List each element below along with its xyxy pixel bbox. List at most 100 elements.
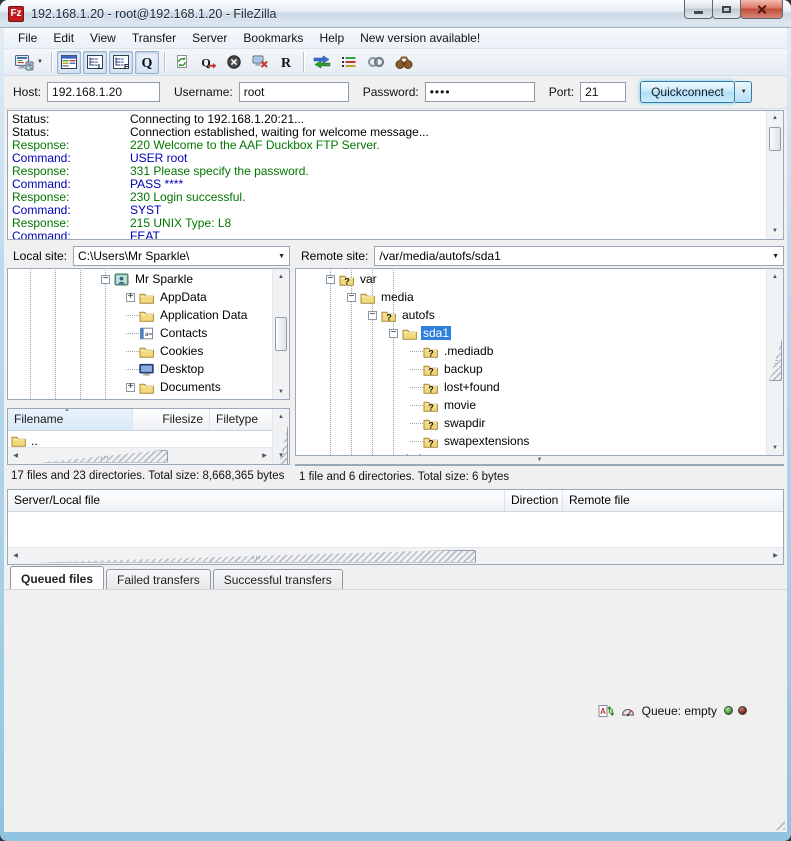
expand-box-icon[interactable]: + <box>126 293 135 302</box>
column-header-filename[interactable]: Filename <box>296 465 783 466</box>
local-tree-scroll-thumb[interactable] <box>275 317 287 351</box>
tree-item[interactable]: Desktop <box>8 360 272 378</box>
local-splitter[interactable] <box>7 400 290 408</box>
tab-queued-files[interactable]: Queued files <box>10 566 104 589</box>
password-input[interactable] <box>425 82 535 102</box>
site-manager-button[interactable]: ▼ <box>11 51 46 74</box>
queue-hscroll-thumb[interactable] <box>36 550 476 563</box>
sash-collapse-icon[interactable]: ▼ <box>537 457 543 463</box>
tree-item[interactable]: ?backup <box>296 360 766 378</box>
menu-item-file[interactable]: File <box>10 29 45 47</box>
collapse-box-icon[interactable]: − <box>347 293 356 302</box>
tree-item[interactable]: +Downloads <box>8 396 272 399</box>
tree-item[interactable]: a=Contacts <box>8 324 272 342</box>
tree-item[interactable]: Application Data <box>8 306 272 324</box>
menu-item-bookmarks[interactable]: Bookmarks <box>235 29 311 47</box>
tree-item[interactable]: −media <box>296 288 766 306</box>
log-scroll-thumb[interactable] <box>769 127 781 151</box>
cancel-button[interactable] <box>222 51 246 74</box>
port-input[interactable] <box>580 82 626 102</box>
scroll-down-icon[interactable]: ▼ <box>273 384 289 399</box>
tree-item[interactable]: ?.mediadb <box>296 342 766 360</box>
remote-tree-vscrollbar[interactable]: ▲ ▼ <box>766 269 783 455</box>
tree-item[interactable]: ?swapextensions <box>296 432 766 450</box>
quickconnect-button[interactable]: Quickconnect <box>640 81 735 103</box>
close-button[interactable] <box>740 0 783 19</box>
menu-item-help[interactable]: Help <box>311 29 352 47</box>
local-tree-vscrollbar[interactable]: ▲ ▼ <box>272 269 289 399</box>
local-list-hscrollbar[interactable]: ◀ ▶ <box>8 447 272 464</box>
tab-failed-transfers[interactable]: Failed transfers <box>106 569 211 589</box>
toggle-local-tree-button[interactable]: L <box>83 51 107 74</box>
menu-item-server[interactable]: Server <box>184 29 235 47</box>
column-header-direction[interactable]: Direction <box>505 490 563 511</box>
remote-site-combo[interactable]: /var/media/autofs/sda1 ▼ <box>374 246 784 266</box>
filter-button[interactable] <box>337 51 361 74</box>
local-site-combo[interactable]: C:\Users\Mr Sparkle\ ▼ <box>73 246 290 266</box>
host-input[interactable] <box>47 82 160 102</box>
remote-splitter[interactable]: ▼ <box>295 456 784 464</box>
tree-item[interactable]: ?dvd <box>296 450 766 455</box>
remote-tree-scroll-thumb[interactable] <box>769 339 782 381</box>
local-list-vscrollbar[interactable]: ▲ ▼ <box>272 409 289 464</box>
tree-item[interactable]: −Mr Sparkle <box>8 270 272 288</box>
toggle-queue-button[interactable]: Q <box>135 51 159 74</box>
tree-item[interactable]: ?lost+found <box>296 378 766 396</box>
scroll-up-icon[interactable]: ▲ <box>273 409 289 424</box>
transfer-type-icon[interactable]: A <box>598 704 614 718</box>
username-input[interactable] <box>239 82 349 102</box>
tab-successful-transfers[interactable]: Successful transfers <box>213 569 343 589</box>
menu-item-edit[interactable]: Edit <box>45 29 82 47</box>
column-header-server-local-file[interactable]: Server/Local file <box>8 490 505 511</box>
scroll-down-icon[interactable]: ▼ <box>273 449 289 464</box>
tree-item[interactable]: −?autofs <box>296 306 766 324</box>
menu-item-transfer[interactable]: Transfer <box>124 29 184 47</box>
scroll-right-icon[interactable]: ▶ <box>768 548 783 564</box>
scroll-right-icon[interactable]: ▶ <box>257 448 272 464</box>
scroll-down-icon[interactable]: ▼ <box>767 224 783 239</box>
tree-item[interactable]: +Documents <box>8 378 272 396</box>
collapse-box-icon[interactable]: − <box>368 311 377 320</box>
refresh-button[interactable] <box>170 51 194 74</box>
chevron-down-icon[interactable]: ▼ <box>772 253 779 260</box>
find-files-button[interactable] <box>391 51 417 74</box>
resize-grip[interactable] <box>772 817 785 830</box>
log-vscrollbar[interactable]: ▲ ▼ <box>766 111 783 239</box>
chevron-down-icon[interactable]: ▼ <box>278 253 285 260</box>
toggle-remote-tree-button[interactable]: F <box>109 51 133 74</box>
compare-button[interactable] <box>309 51 335 74</box>
scroll-up-icon[interactable]: ▲ <box>767 111 783 126</box>
collapse-box-icon[interactable]: − <box>326 275 335 284</box>
maximize-button[interactable] <box>712 0 741 19</box>
tree-item[interactable]: ?movie <box>296 396 766 414</box>
speed-gauge-icon[interactable] <box>620 704 636 718</box>
column-header-filetype[interactable]: Filetype <box>210 409 272 430</box>
disconnect-button[interactable] <box>248 51 272 74</box>
column-header-filesize[interactable]: Filesize <box>133 409 210 430</box>
file-row[interactable]: .. <box>8 431 272 447</box>
queue-hscrollbar[interactable]: ◀ ▶ <box>8 547 783 564</box>
reconnect-button[interactable]: R <box>274 51 298 74</box>
scroll-left-icon[interactable]: ◀ <box>8 448 23 464</box>
collapse-box-icon[interactable]: − <box>101 275 110 284</box>
menu-item-new-version-available[interactable]: New version available! <box>352 29 488 47</box>
tree-item[interactable]: ?swapdir <box>296 414 766 432</box>
scroll-up-icon[interactable]: ▲ <box>767 269 783 284</box>
minimize-button[interactable] <box>684 0 713 19</box>
column-header-remote-file[interactable]: Remote file <box>563 490 783 511</box>
titlebar[interactable]: Fz 192.168.1.20 - root@192.168.1.20 - Fi… <box>0 0 791 28</box>
expand-box-icon[interactable]: + <box>126 383 135 392</box>
local-list-hscroll-thumb[interactable] <box>41 450 168 463</box>
toggle-log-button[interactable] <box>57 51 81 74</box>
tree-item[interactable]: −?var <box>296 270 766 288</box>
scroll-down-icon[interactable]: ▼ <box>767 440 783 455</box>
column-header-filename[interactable]: ▲Filename <box>8 409 133 430</box>
tree-item[interactable]: −sda1 <box>296 324 766 342</box>
scroll-left-icon[interactable]: ◀ <box>8 548 23 564</box>
sync-browsing-button[interactable] <box>363 51 389 74</box>
process-queue-button[interactable]: Q <box>196 51 220 74</box>
collapse-box-icon[interactable]: − <box>389 329 398 338</box>
menu-item-view[interactable]: View <box>82 29 124 47</box>
tree-item[interactable]: +AppData <box>8 288 272 306</box>
tree-item[interactable]: Cookies <box>8 342 272 360</box>
